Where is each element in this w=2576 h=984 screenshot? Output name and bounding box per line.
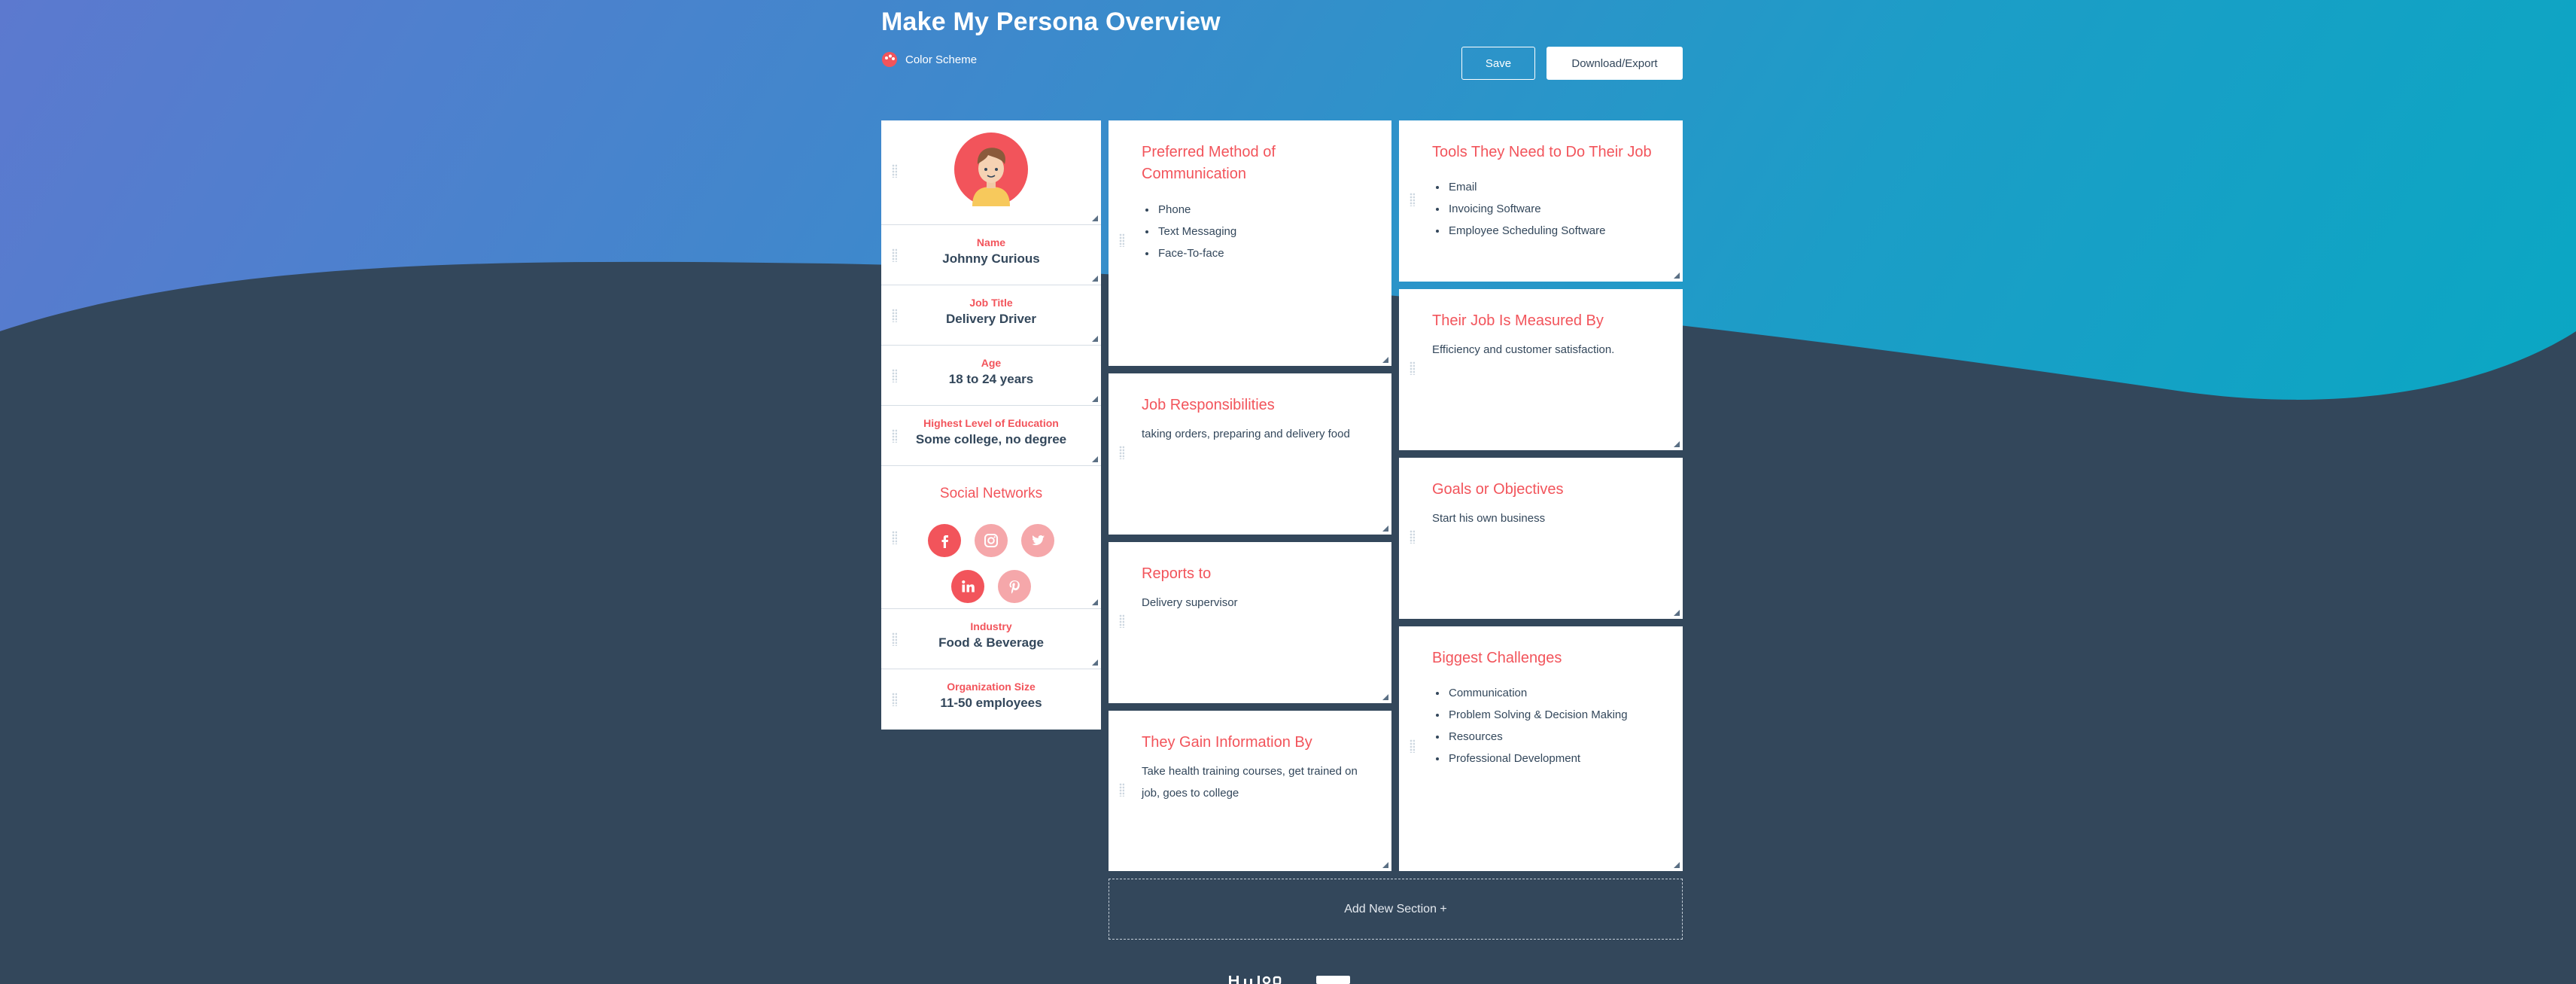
twitter-icon[interactable] <box>1021 524 1054 557</box>
field-name[interactable]: Name Johnny Curious <box>881 225 1101 285</box>
instagram-icon[interactable] <box>975 524 1008 557</box>
social-networks-title: Social Networks <box>939 486 1043 501</box>
section-title[interactable]: Goals or Objectives <box>1432 479 1658 501</box>
field-label: Organization Size <box>947 681 1036 693</box>
list-item[interactable]: Email <box>1447 176 1605 198</box>
section-list[interactable]: Communication Problem Solving & Decision… <box>1432 682 1628 769</box>
field-label: Name <box>976 236 1006 248</box>
field-value[interactable]: Some college, no degree <box>881 432 1101 447</box>
resize-handle-icon[interactable] <box>1382 694 1388 700</box>
section-text[interactable]: Start his own business <box>1432 507 1665 529</box>
section-preferred-communication[interactable]: Preferred Method of Communication Phone … <box>1109 120 1391 366</box>
persona-page: Make My Persona Overview Color Scheme Sa… <box>881 0 1683 984</box>
resize-handle-icon[interactable] <box>1674 441 1680 447</box>
avatar-section[interactable] <box>881 120 1101 225</box>
social-networks-section[interactable]: Social Networks <box>881 466 1101 609</box>
field-value[interactable]: Food & Beverage <box>881 635 1101 650</box>
field-label: Job Title <box>969 297 1013 309</box>
field-industry[interactable]: Industry Food & Beverage <box>881 609 1101 669</box>
field-age[interactable]: Age 18 to 24 years <box>881 346 1101 406</box>
drag-handle-icon[interactable] <box>892 164 897 178</box>
section-measured-by[interactable]: Their Job Is Measured By Efficiency and … <box>1399 289 1683 450</box>
section-text[interactable]: Efficiency and customer satisfaction. <box>1432 339 1665 361</box>
resize-handle-icon[interactable] <box>1092 599 1098 605</box>
section-title[interactable]: Preferred Method of Communication <box>1142 142 1367 185</box>
facebook-icon[interactable] <box>928 524 961 557</box>
drag-handle-icon[interactable] <box>1410 530 1415 544</box>
section-title[interactable]: They Gain Information By <box>1142 732 1367 754</box>
drag-handle-icon[interactable] <box>1410 193 1415 206</box>
resize-handle-icon[interactable] <box>1382 526 1388 532</box>
section-title[interactable]: Biggest Challenges <box>1432 647 1658 669</box>
section-title[interactable]: Their Job Is Measured By <box>1432 310 1658 332</box>
section-list[interactable]: Phone Text Messaging Face-To-face <box>1142 199 1236 264</box>
field-education[interactable]: Highest Level of Education Some college,… <box>881 406 1101 466</box>
linkedin-icon[interactable] <box>951 570 984 603</box>
drag-handle-icon[interactable] <box>1119 783 1124 797</box>
resize-handle-icon[interactable] <box>1092 215 1098 221</box>
resize-handle-icon[interactable] <box>1092 660 1098 666</box>
list-item[interactable]: Communication <box>1447 682 1628 704</box>
list-item[interactable]: Phone <box>1157 199 1236 221</box>
field-value[interactable]: Johnny Curious <box>881 251 1101 267</box>
page-title: Make My Persona Overview <box>881 8 1221 36</box>
resize-handle-icon[interactable] <box>1674 862 1680 868</box>
list-item[interactable]: Invoicing Software <box>1447 198 1605 220</box>
list-item[interactable]: Problem Solving & Decision Making <box>1447 704 1628 726</box>
resize-handle-icon[interactable] <box>1382 357 1388 363</box>
drag-handle-icon[interactable] <box>1410 361 1415 375</box>
drag-handle-icon[interactable] <box>1119 446 1124 459</box>
list-item[interactable]: Resources <box>1447 726 1628 748</box>
section-title[interactable]: Tools They Need to Do Their Job <box>1432 142 1658 163</box>
resize-handle-icon[interactable] <box>1092 336 1098 342</box>
section-gain-information[interactable]: They Gain Information By Take health tra… <box>1109 711 1391 871</box>
section-goals[interactable]: Goals or Objectives Start his own busine… <box>1399 458 1683 619</box>
field-job-title[interactable]: Job Title Delivery Driver <box>881 285 1101 346</box>
field-value[interactable]: 18 to 24 years <box>881 372 1101 387</box>
section-tools[interactable]: Tools They Need to Do Their Job Email In… <box>1399 120 1683 282</box>
section-title[interactable]: Job Responsibilities <box>1142 395 1367 416</box>
drag-handle-icon[interactable] <box>1119 233 1124 247</box>
field-label: Highest Level of Education <box>923 417 1059 429</box>
section-job-responsibilities[interactable]: Job Responsibilities taking orders, prep… <box>1109 373 1391 535</box>
field-label: Industry <box>970 620 1012 632</box>
resize-handle-icon[interactable] <box>1674 273 1680 279</box>
list-item[interactable]: Employee Scheduling Software <box>1447 220 1605 242</box>
section-text[interactable]: Delivery supervisor <box>1142 592 1375 614</box>
persona-avatar[interactable] <box>954 133 1028 206</box>
resize-handle-icon[interactable] <box>1092 276 1098 282</box>
palette-icon <box>882 52 897 67</box>
list-item[interactable]: Face-To-face <box>1157 242 1236 264</box>
profile-column: Name Johnny Curious Job Title Delivery D… <box>881 120 1101 730</box>
drag-handle-icon[interactable] <box>1410 739 1415 753</box>
section-reports-to[interactable]: Reports to Delivery supervisor <box>1109 542 1391 703</box>
resize-handle-icon[interactable] <box>1382 862 1388 868</box>
resize-handle-icon[interactable] <box>1092 456 1098 462</box>
field-value[interactable]: 11-50 employees <box>881 696 1101 711</box>
color-scheme-picker[interactable]: Color Scheme <box>881 51 977 68</box>
download-export-button[interactable]: Download/Export <box>1547 47 1683 80</box>
pinterest-icon[interactable] <box>998 570 1031 603</box>
color-scheme-label: Color Scheme <box>905 53 978 66</box>
resize-handle-icon[interactable] <box>1092 396 1098 402</box>
resize-handle-icon[interactable] <box>1674 610 1680 616</box>
section-title[interactable]: Reports to <box>1142 563 1367 585</box>
add-new-section-button[interactable]: Add New Section + <box>1109 879 1683 940</box>
field-organization-size[interactable]: Organization Size 11-50 employees <box>881 669 1101 730</box>
drag-handle-icon[interactable] <box>1119 614 1124 628</box>
hubspot-logo-icon <box>1229 976 1350 984</box>
drag-handle-icon[interactable] <box>892 531 897 544</box>
section-text[interactable]: taking orders, preparing and delivery fo… <box>1142 423 1375 445</box>
field-value[interactable]: Delivery Driver <box>881 312 1101 327</box>
section-text[interactable]: Take health training courses, get traine… <box>1142 760 1360 804</box>
section-biggest-challenges[interactable]: Biggest Challenges Communication Problem… <box>1399 626 1683 871</box>
section-list[interactable]: Email Invoicing Software Employee Schedu… <box>1432 176 1605 242</box>
list-item[interactable]: Professional Development <box>1447 748 1628 769</box>
save-button[interactable]: Save <box>1461 47 1535 80</box>
field-label: Age <box>981 357 1002 369</box>
list-item[interactable]: Text Messaging <box>1157 221 1236 242</box>
